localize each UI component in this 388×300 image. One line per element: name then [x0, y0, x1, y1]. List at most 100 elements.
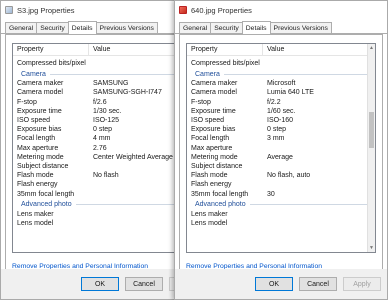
- property-value: f/2.2: [267, 98, 281, 106]
- property-name: Compressed bits/pixel: [191, 60, 260, 68]
- tab-details[interactable]: Details: [241, 21, 271, 34]
- property-name: Camera model: [191, 89, 237, 97]
- property-row[interactable]: Flash energy: [187, 180, 375, 189]
- property-row[interactable]: Lens model: [13, 219, 201, 228]
- property-row[interactable]: ISO speed ISO-160: [187, 116, 375, 125]
- tab-general[interactable]: General: [5, 22, 38, 33]
- section-divider: [249, 204, 373, 206]
- property-value: Microsoft: [267, 80, 296, 88]
- property-row[interactable]: Lens maker: [187, 210, 375, 219]
- property-row[interactable]: Flash energy: [13, 180, 201, 189]
- property-name: ISO speed: [17, 117, 51, 125]
- property-row[interactable]: Flash mode No flash, auto: [187, 171, 375, 180]
- property-row[interactable]: Metering mode Average: [187, 153, 375, 162]
- property-row[interactable]: Subject distance: [13, 162, 201, 171]
- section-advanced-photo-label: Advanced photo: [21, 201, 72, 209]
- property-column-label: Property: [191, 45, 218, 53]
- section-camera-label: Camera: [195, 70, 220, 78]
- cancel-button[interactable]: Cancel: [299, 277, 337, 291]
- property-value: ISO-160: [267, 117, 294, 125]
- property-name: Max aperture: [191, 144, 233, 152]
- tab-security[interactable]: Security: [210, 22, 243, 33]
- property-name: Camera maker: [17, 80, 64, 88]
- property-row[interactable]: Flash mode No flash: [13, 171, 201, 180]
- property-name: Exposure time: [17, 107, 62, 115]
- property-name: Focal length: [17, 135, 56, 143]
- property-row[interactable]: ISO speed ISO-125: [13, 116, 201, 125]
- property-row[interactable]: Max aperture: [187, 144, 375, 153]
- property-name: 35mm focal length: [191, 190, 249, 198]
- property-row[interactable]: Metering mode Center Weighted Average: [13, 153, 201, 162]
- tab-previous-versions[interactable]: Previous Versions: [95, 22, 158, 33]
- dialog-buttons: OK Cancel Apply: [175, 269, 387, 299]
- tab-general[interactable]: General: [179, 22, 212, 33]
- property-name: ISO speed: [191, 117, 225, 125]
- property-list[interactable]: Property Value Compressed bits/pixel Cam…: [186, 43, 376, 253]
- property-row[interactable]: Max aperture 2.76: [13, 144, 201, 153]
- column-header: Property Value: [187, 44, 375, 56]
- tab-details[interactable]: Details: [67, 21, 97, 34]
- ok-button[interactable]: OK: [255, 277, 293, 291]
- value-column-header[interactable]: Value: [263, 44, 375, 56]
- property-value: No flash, auto: [267, 172, 311, 180]
- property-name: Flash energy: [191, 181, 232, 189]
- vertical-scrollbar[interactable]: ▲ ▼: [367, 44, 375, 252]
- property-value: Lumia 640 LTE: [267, 89, 314, 97]
- property-name: Lens model: [17, 219, 54, 227]
- property-name: Camera maker: [191, 80, 238, 88]
- property-name: Exposure bias: [191, 126, 236, 134]
- property-row[interactable]: Exposure bias 0 step: [13, 125, 201, 134]
- window-title: 640.jpg Properties: [191, 5, 252, 15]
- section-camera: Camera: [187, 69, 375, 79]
- section-divider: [223, 73, 373, 75]
- property-name: Subject distance: [191, 162, 243, 170]
- tab-bar: General Security Details Previous Versio…: [175, 21, 387, 34]
- property-name: Metering mode: [17, 153, 64, 161]
- property-column-label: Property: [17, 45, 44, 53]
- property-row[interactable]: Camera model Lumia 640 LTE: [187, 88, 375, 97]
- property-row[interactable]: Camera maker Microsoft: [187, 79, 375, 88]
- property-row[interactable]: Subject distance: [187, 162, 375, 171]
- property-name: Subject distance: [17, 162, 69, 170]
- property-name: Lens maker: [191, 210, 228, 218]
- property-row[interactable]: F-stop f/2.2: [187, 98, 375, 107]
- section-camera: Camera: [13, 69, 201, 79]
- property-name: F-stop: [17, 98, 37, 106]
- property-row[interactable]: 35mm focal length 30: [187, 189, 375, 198]
- title-bar[interactable]: 640.jpg Properties: [175, 1, 387, 19]
- value-column-label: Value: [267, 45, 285, 53]
- property-column-header[interactable]: Property: [187, 44, 263, 56]
- property-row[interactable]: Camera maker SAMSUNG: [13, 79, 201, 88]
- scroll-down-arrow-icon[interactable]: ▼: [368, 244, 375, 252]
- property-row[interactable]: F-stop f/2.6: [13, 98, 201, 107]
- property-name: Focal length: [191, 135, 230, 143]
- apply-button[interactable]: Apply: [343, 277, 381, 291]
- property-row[interactable]: Focal length 3 mm: [187, 134, 375, 143]
- property-row[interactable]: Camera model SAMSUNG-SGH-I747: [13, 88, 201, 97]
- property-row[interactable]: Focal length 4 mm: [13, 134, 201, 143]
- pre-rows: Compressed bits/pixel: [13, 59, 201, 68]
- property-row[interactable]: Exposure bias 0 step: [187, 125, 375, 134]
- property-row[interactable]: Compressed bits/pixel: [13, 59, 201, 68]
- advanced-rows: Lens maker Lens model: [13, 210, 201, 228]
- property-value: 1/60 sec.: [267, 107, 296, 115]
- scrollbar-thumb[interactable]: [369, 112, 374, 148]
- property-row[interactable]: Exposure time 1/60 sec.: [187, 107, 375, 116]
- property-value: 30: [267, 190, 275, 198]
- property-row[interactable]: Exposure time 1/30 sec.: [13, 107, 201, 116]
- pre-rows: Compressed bits/pixel: [187, 59, 375, 68]
- property-row[interactable]: Lens model: [187, 219, 375, 228]
- property-row[interactable]: 35mm focal length: [13, 189, 201, 198]
- property-row[interactable]: Lens maker: [13, 210, 201, 219]
- property-name: Compressed bits/pixel: [17, 60, 86, 68]
- property-name: 35mm focal length: [17, 190, 75, 198]
- property-row[interactable]: Compressed bits/pixel: [187, 59, 375, 68]
- tab-security[interactable]: Security: [36, 22, 69, 33]
- property-column-header[interactable]: Property: [13, 44, 89, 56]
- ok-button[interactable]: OK: [81, 277, 119, 291]
- property-name: F-stop: [191, 98, 211, 106]
- scroll-up-arrow-icon[interactable]: ▲: [368, 44, 375, 52]
- property-name: Flash energy: [17, 181, 58, 189]
- tab-previous-versions[interactable]: Previous Versions: [269, 22, 332, 33]
- cancel-button[interactable]: Cancel: [125, 277, 163, 291]
